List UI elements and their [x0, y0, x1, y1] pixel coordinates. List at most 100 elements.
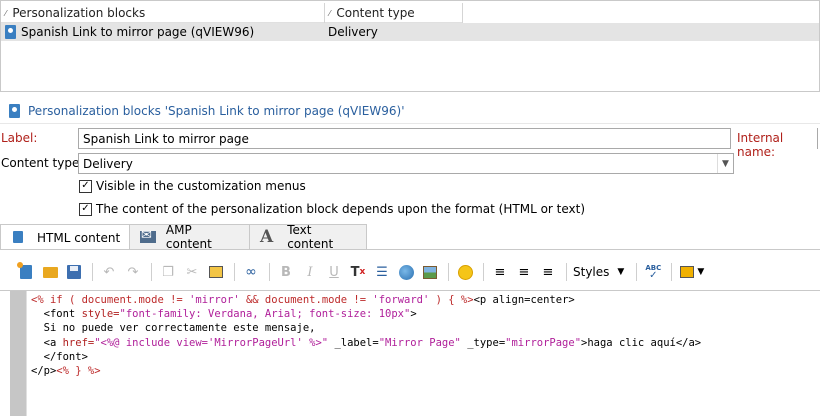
- toolbar-separator: [269, 263, 270, 281]
- align-left-button[interactable]: ≡: [490, 262, 510, 282]
- align-center-icon: ≡: [518, 264, 530, 280]
- toolbar-separator: [566, 263, 567, 281]
- tab-label: Text content: [287, 223, 334, 251]
- code-token: </p>: [31, 365, 57, 378]
- code-token: ) {: [429, 294, 461, 306]
- sort-icon: ⁄: [329, 8, 331, 18]
- code-token: <font: [31, 308, 82, 321]
- code-token: "Mirror Page": [378, 336, 461, 349]
- tab-html-content[interactable]: HTML content: [0, 224, 130, 250]
- clear-format-icon: T: [350, 264, 360, 280]
- bulleted-list-icon: ☰: [376, 264, 388, 280]
- column-header-blocks[interactable]: ⁄ Personalization blocks: [1, 3, 325, 23]
- personalize-dropdown[interactable]: ▼: [678, 262, 706, 282]
- redo-button[interactable]: ↷: [123, 262, 143, 282]
- content-type-value: Delivery: [83, 156, 133, 171]
- smiley-icon: [457, 264, 473, 280]
- undo-button[interactable]: ↶: [99, 262, 119, 282]
- code-token: >haga clic aquí</a>: [581, 336, 702, 349]
- blocks-list[interactable]: ⁄ Personalization blocks ⁄ Content type …: [0, 0, 820, 92]
- code-token: <%: [31, 294, 44, 306]
- scissors-icon: ✂: [186, 264, 198, 280]
- code-token: "font-family: Verdana, Arial; font-size:…: [119, 308, 411, 321]
- column-header-content-type[interactable]: ⁄ Content type: [325, 3, 463, 23]
- insert-emoji-button[interactable]: [455, 262, 475, 282]
- paste-button[interactable]: [206, 262, 226, 282]
- new-document-button[interactable]: [16, 262, 36, 282]
- tab-text-content[interactable]: A Text content: [249, 223, 367, 251]
- block-name: Spanish Link to mirror page (qVIEW96): [21, 25, 255, 39]
- editor-toolbar: ↶ ↷ ❐ ✂ ∞ B I U Tx ☰ ≡ ≡ ≡ Styles ▼ ABC …: [0, 258, 820, 286]
- align-center-button[interactable]: ≡: [514, 262, 534, 282]
- styles-dropdown[interactable]: Styles ▼: [573, 265, 624, 279]
- undo-icon: ↶: [103, 264, 115, 280]
- divider: [0, 123, 820, 124]
- code-token: 'forward': [372, 294, 430, 306]
- visible-in-menus-checkbox-row[interactable]: ✓ Visible in the customization menus: [79, 179, 306, 193]
- styles-label: Styles: [573, 265, 610, 279]
- html-code-editor[interactable]: <% if ( document.mode != 'mirror' && doc…: [0, 290, 820, 416]
- gutter-divider: [26, 291, 27, 416]
- amp-mail-icon: [140, 228, 156, 243]
- underline-button[interactable]: U: [324, 262, 344, 282]
- spellcheck-button[interactable]: ABC ✓: [643, 262, 663, 282]
- insert-image-button[interactable]: [420, 262, 440, 282]
- code-token: href=: [62, 336, 95, 349]
- depends-on-format-checkbox-row[interactable]: ✓ The content of the personalization blo…: [79, 202, 585, 216]
- cut-button[interactable]: ✂: [182, 262, 202, 282]
- clear-mark-icon: x: [359, 267, 366, 277]
- bold-button[interactable]: B: [276, 262, 296, 282]
- copy-button[interactable]: ❐: [158, 262, 178, 282]
- find-button[interactable]: ∞: [241, 262, 261, 282]
- tab-label: HTML content: [37, 230, 121, 245]
- code-token: >: [410, 308, 417, 321]
- label-caption: Label:: [1, 131, 38, 145]
- redo-icon: ↷: [127, 264, 139, 280]
- save-icon: [67, 265, 81, 279]
- insert-link-button[interactable]: [396, 262, 416, 282]
- sort-icon: ⁄: [5, 8, 7, 18]
- code-token: Si no puede ver correctamente este mensa…: [31, 322, 316, 335]
- list-item[interactable]: Spanish Link to mirror page (qVIEW96) De…: [1, 23, 819, 41]
- toolbar-separator: [671, 263, 673, 281]
- save-button[interactable]: [64, 262, 84, 282]
- code-token: </font>: [31, 350, 88, 363]
- content-tabs: HTML content AMP content A Text content: [0, 223, 367, 251]
- align-right-icon: ≡: [542, 264, 554, 280]
- block-content-type: Delivery: [328, 25, 378, 39]
- toolbar-separator: [448, 263, 449, 281]
- content-type-select[interactable]: Delivery ▼: [78, 153, 734, 174]
- italic-button[interactable]: I: [300, 262, 320, 282]
- tab-label: AMP content: [165, 223, 212, 251]
- internal-name-caption: Internal name:: [737, 131, 784, 159]
- label-input[interactable]: Spanish Link to mirror page: [78, 128, 731, 149]
- code-token: <p align=center>: [473, 294, 575, 306]
- toolbar-separator: [92, 263, 93, 281]
- open-button[interactable]: [40, 262, 60, 282]
- globe-link-icon: [398, 264, 414, 280]
- align-right-button[interactable]: ≡: [538, 262, 558, 282]
- code-token: _label=: [328, 336, 379, 349]
- toolbar-separator: [483, 263, 484, 281]
- toolbar-separator: [151, 263, 152, 281]
- toolbar-separator: [636, 263, 638, 281]
- image-icon: [423, 265, 437, 279]
- code-token: 'mirror': [189, 294, 240, 306]
- chevron-down-icon[interactable]: ▼: [717, 154, 733, 173]
- text-a-icon: A: [260, 227, 274, 247]
- detail-title: Personalization blocks 'Spanish Link to …: [28, 104, 405, 118]
- html-document-icon: [11, 230, 25, 245]
- depends-on-format-label: The content of the personalization block…: [96, 202, 586, 216]
- personalization-block-icon: [5, 25, 16, 39]
- list-button[interactable]: ☰: [372, 262, 392, 282]
- binoculars-icon: ∞: [245, 264, 257, 280]
- depends-on-format-checkbox[interactable]: ✓: [79, 202, 92, 216]
- list-header: ⁄ Personalization blocks ⁄ Content type: [1, 3, 463, 23]
- visible-in-menus-checkbox[interactable]: ✓: [79, 179, 92, 193]
- visible-in-menus-label: Visible in the customization menus: [96, 179, 306, 193]
- code-token: _type=: [460, 336, 506, 349]
- folder-icon: [42, 266, 58, 278]
- content-type-caption: Content type:: [1, 156, 84, 170]
- tab-amp-content[interactable]: AMP content: [129, 223, 250, 251]
- clear-format-button[interactable]: Tx: [348, 262, 368, 282]
